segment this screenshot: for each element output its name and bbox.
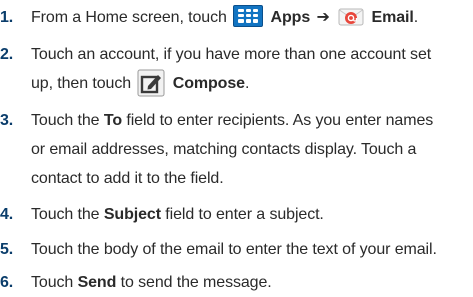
step-2-line-2: up, then touch Compose. (31, 69, 473, 98)
step-1-text: From a Home screen, touch (31, 9, 227, 26)
step-3-line-3: contact to add it to the field. (31, 170, 224, 187)
compose-icon (137, 69, 165, 97)
step-3-text: Touch the (31, 112, 100, 129)
subject-field-label: Subject (103, 206, 161, 223)
compose-label: Compose (172, 75, 245, 92)
arrow-right-icon: ➔ (316, 9, 330, 26)
step-number: 4. (0, 206, 14, 223)
email-envelope-icon (338, 8, 364, 26)
step-1-end: . (413, 9, 419, 26)
step-number: 3. (0, 112, 14, 129)
email-label: Email (371, 9, 414, 26)
step-text: From a Home screen, touch Apps ➔ Email. (31, 3, 473, 32)
send-label: Send (77, 274, 117, 291)
to-field-label: To (103, 112, 123, 129)
step-text: Touch Send to send the message. (31, 268, 473, 297)
step-2-line-1: Touch an account, if you have more than … (31, 46, 432, 63)
step-number: 1. (0, 9, 14, 26)
step-text: Touch the Subject field to enter a subje… (31, 200, 473, 229)
step-number: 6. (0, 274, 14, 291)
step-3-line-1: Touch the To field to enter recipients. … (31, 106, 473, 135)
step-4-text-b: field to enter a subject. (165, 206, 324, 223)
step-3-line-2: or email addresses, matching contacts di… (31, 141, 417, 158)
step-text: Touch the body of the email to enter the… (31, 241, 437, 258)
step-6-text: Touch (31, 274, 74, 291)
step-2-end: . (244, 75, 250, 92)
step-6-text-b: to send the message. (120, 274, 272, 291)
step-3-text-b: field to enter recipients. As you enter … (126, 112, 434, 129)
step-4-text: Touch the (31, 206, 100, 223)
step-text: Touch the To field to enter recipients. … (31, 106, 473, 193)
step-number: 5. (0, 241, 14, 258)
step-text: Touch an account, if you have more than … (31, 40, 473, 98)
step-number: 2. (0, 46, 14, 63)
apps-grid-icon (233, 4, 264, 27)
step-2-text: up, then touch (31, 75, 132, 92)
apps-label: Apps (270, 9, 311, 26)
